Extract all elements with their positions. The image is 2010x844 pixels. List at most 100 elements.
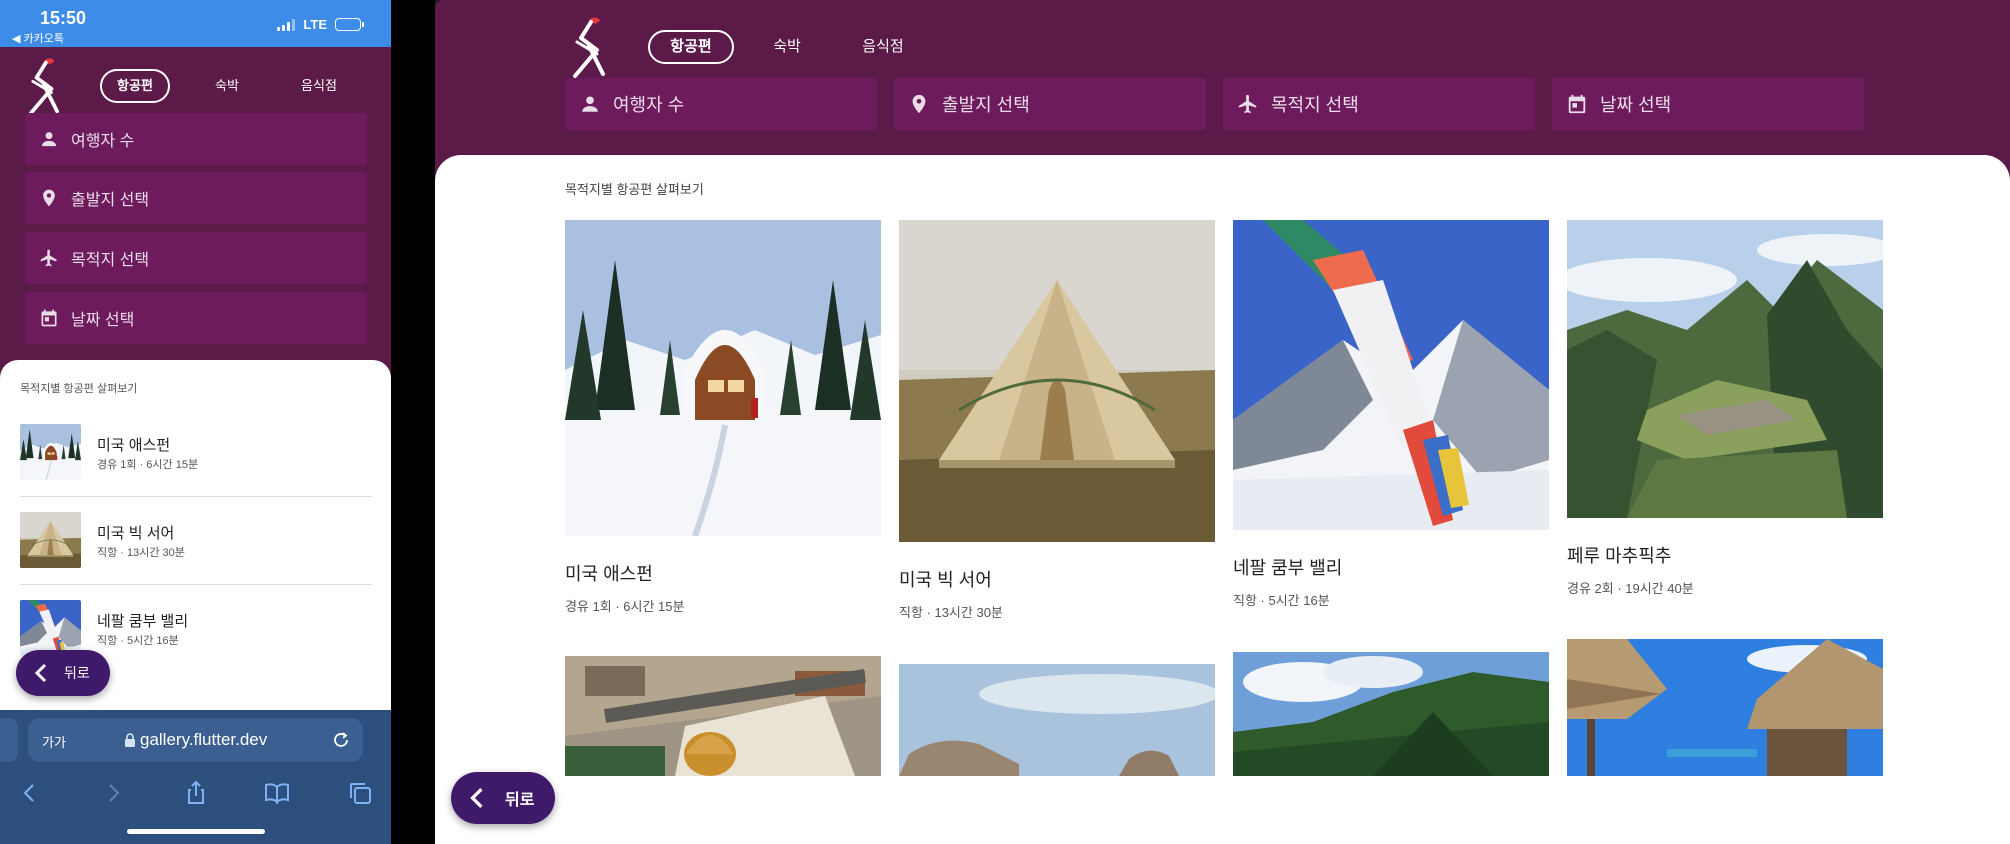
- phone-pane: 15:50 ◀ 카카오톡 LTE 항공편 숙박 음식점 여행자 수 출발지 선택…: [0, 0, 391, 844]
- destination-image[interactable]: [565, 656, 881, 776]
- back-nav-button[interactable]: [17, 780, 43, 806]
- destination-name: 네팔 쿰부 밸리: [1233, 558, 1343, 578]
- date-label: 날짜 선택: [71, 312, 135, 329]
- browser-pane: 항공편 숙박 음식점 여행자 수 출발지 선택 목적지 선택 날짜 선택 목적지…: [435, 0, 2010, 844]
- destination-name: 페루 마추픽추: [1567, 546, 1672, 566]
- destination-field[interactable]: 목적지 선택: [25, 232, 367, 284]
- destination-image: [565, 220, 881, 536]
- crane-logo-icon[interactable]: [22, 57, 66, 115]
- calendar-icon: [39, 308, 59, 328]
- section-title: 목적지별 항공편 살펴보기: [565, 182, 704, 197]
- network-type: LTE: [303, 17, 327, 32]
- back-label: 뒤로: [64, 665, 90, 681]
- list-item[interactable]: 미국 빅 서어 직항 · 13시간 30분: [20, 512, 372, 600]
- tab-flights[interactable]: 항공편: [648, 30, 734, 64]
- destination-image[interactable]: [1233, 652, 1549, 776]
- chevron-left-icon: [469, 787, 485, 809]
- chevron-left-icon: [34, 663, 48, 683]
- destinations-grid: 목적지별 항공편 살펴보기 미국 애스펀 경유 1회 · 6시간 15분 미국 …: [435, 155, 2010, 844]
- destination-name: 미국 빅 서어: [97, 525, 175, 542]
- flight-detail: 경유 1회 · 6시간 15분: [97, 459, 199, 471]
- lock-icon: [125, 733, 135, 747]
- airplane-icon: [39, 248, 59, 268]
- destination-label: 목적지 선택: [71, 252, 150, 269]
- text-size-button[interactable]: 가가: [42, 732, 66, 751]
- tabs-icon: [350, 783, 371, 804]
- origin-field[interactable]: 출발지 선택: [25, 172, 367, 224]
- back-button[interactable]: 뒤로: [16, 650, 110, 696]
- date-label: 날짜 선택: [1600, 95, 1672, 115]
- tab-restaurants[interactable]: 음식점: [284, 69, 354, 103]
- share-button[interactable]: [183, 780, 209, 806]
- destination-image: [1567, 220, 1883, 518]
- destination-thumbnail: [20, 424, 81, 480]
- person-icon: [39, 129, 59, 149]
- split-view-divider[interactable]: [391, 0, 435, 844]
- flight-detail: 직항 · 5시간 16분: [97, 635, 179, 647]
- calendar-icon: [1566, 93, 1588, 115]
- destination-thumbnail: [20, 600, 81, 656]
- status-time: 15:50: [40, 8, 87, 28]
- flight-detail: 경유 2회 · 19시간 40분: [1567, 581, 1694, 596]
- address-bar[interactable]: 가가 gallery.flutter.dev: [28, 718, 363, 762]
- list-item[interactable]: 미국 애스펀 경유 1회 · 6시간 15분: [20, 424, 372, 512]
- destination-card[interactable]: 페루 마추픽추 경유 2회 · 19시간 40분: [1567, 220, 1883, 597]
- divider: [20, 496, 372, 497]
- signal-icon: [277, 18, 296, 31]
- back-to-app-link[interactable]: ◀ 카카오톡: [12, 30, 64, 46]
- tabs-button[interactable]: [347, 780, 373, 806]
- destination-image: [899, 220, 1215, 542]
- category-tabs: 항공편 숙박 음식점: [648, 30, 936, 64]
- location-pin-icon: [908, 93, 930, 115]
- date-field[interactable]: 날짜 선택: [1552, 78, 1864, 130]
- back-label: 뒤로: [505, 792, 535, 809]
- location-pin-icon: [39, 188, 59, 208]
- section-title: 목적지별 항공편 살펴보기: [20, 383, 138, 395]
- share-icon: [188, 780, 204, 804]
- destination-image[interactable]: [1567, 639, 1883, 776]
- url-text: gallery.flutter.dev: [140, 730, 268, 749]
- destination-field[interactable]: 목적지 선택: [1223, 78, 1535, 130]
- destination-card[interactable]: 미국 애스펀 경유 1회 · 6시간 15분: [565, 220, 881, 615]
- chevron-right-icon: [109, 784, 120, 802]
- person-icon: [579, 93, 601, 115]
- browser-nav: [0, 774, 391, 810]
- travelers-label: 여행자 수: [71, 133, 135, 150]
- tab-lodging[interactable]: 숙박: [744, 30, 830, 64]
- destination-label: 목적지 선택: [1271, 95, 1359, 115]
- home-indicator[interactable]: [127, 829, 265, 834]
- previous-tab-handle[interactable]: [0, 718, 18, 762]
- divider: [20, 584, 372, 585]
- travelers-field[interactable]: 여행자 수: [25, 113, 367, 165]
- reload-icon[interactable]: [331, 730, 351, 750]
- date-field[interactable]: 날짜 선택: [25, 292, 367, 344]
- destination-card[interactable]: 미국 빅 서어 직항 · 13시간 30분: [899, 220, 1215, 621]
- flight-detail: 직항 · 5시간 16분: [1233, 593, 1330, 608]
- tab-lodging[interactable]: 숙박: [192, 69, 262, 103]
- battery-icon: [335, 18, 364, 31]
- flight-detail: 직항 · 13시간 30분: [899, 605, 1003, 620]
- airplane-icon: [1237, 93, 1259, 115]
- tab-flights[interactable]: 항공편: [100, 69, 170, 103]
- network-status: LTE: [277, 17, 364, 32]
- tab-restaurants[interactable]: 음식점: [840, 30, 926, 64]
- flight-detail: 직항 · 13시간 30분: [97, 547, 185, 559]
- destination-image: [1233, 220, 1549, 530]
- travelers-field[interactable]: 여행자 수: [565, 78, 877, 130]
- safari-toolbar: 가가 gallery.flutter.dev: [0, 710, 391, 844]
- book-icon: [265, 783, 289, 805]
- destination-image[interactable]: [899, 664, 1215, 776]
- destination-name: 미국 애스펀: [565, 564, 653, 584]
- crane-logo-icon[interactable]: [567, 16, 611, 78]
- destination-card[interactable]: 네팔 쿰부 밸리 직항 · 5시간 16분: [1233, 220, 1549, 609]
- destination-thumbnail: [20, 512, 81, 568]
- back-button[interactable]: 뒤로: [451, 772, 555, 824]
- bookmarks-button[interactable]: [264, 780, 290, 806]
- travelers-label: 여행자 수: [613, 95, 685, 115]
- origin-label: 출발지 선택: [942, 95, 1030, 115]
- status-bar: 15:50 ◀ 카카오톡 LTE: [0, 0, 391, 47]
- origin-field[interactable]: 출발지 선택: [894, 78, 1206, 130]
- origin-label: 출발지 선택: [71, 192, 150, 209]
- forward-nav-button[interactable]: [100, 780, 126, 806]
- chevron-left-icon: [23, 784, 34, 802]
